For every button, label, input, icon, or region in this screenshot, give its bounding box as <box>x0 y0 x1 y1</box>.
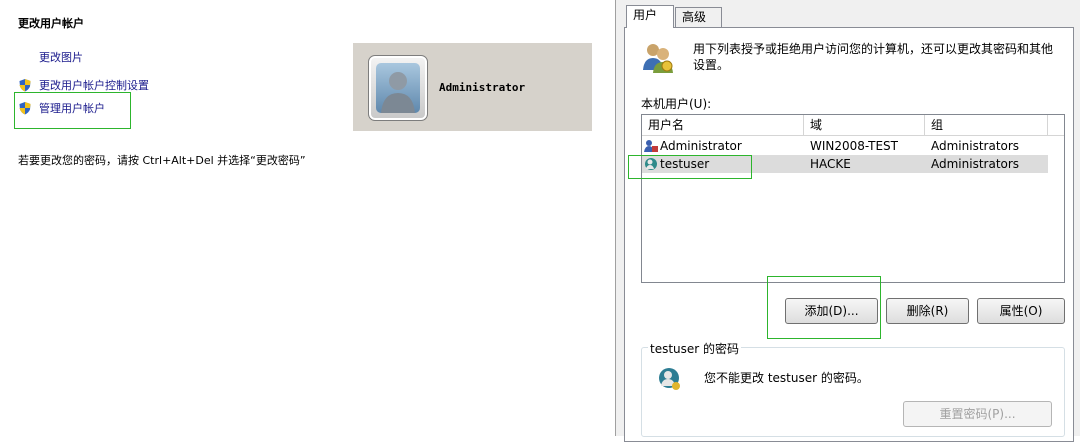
properties-button[interactable]: 属性(O) <box>977 298 1065 324</box>
user-accounts-dialog: 用户 高级 用下列表授予或拒绝用户访问您的计算机，还可以更改其密码和其他设置。 … <box>615 0 1080 442</box>
column-header-username[interactable]: 用户名 <box>642 115 804 135</box>
column-header-domain[interactable]: 域 <box>804 115 925 135</box>
user-accounts-pane: 更改用户帐户 更改图片 更改用户帐户控制设置 管理用户帐户 Administra… <box>0 0 615 436</box>
remove-user-button[interactable]: 删除(R) <box>886 298 969 324</box>
admin-user-icon <box>644 140 658 152</box>
domain-cell: WIN2008-TEST <box>810 139 899 153</box>
users-icon <box>643 44 673 73</box>
uac-settings-link[interactable]: 更改用户帐户控制设置 <box>39 77 149 93</box>
tab-users[interactable]: 用户 <box>626 5 674 28</box>
dialog-description: 用下列表授予或拒绝用户访问您的计算机，还可以更改其密码和其他设置。 <box>693 42 1054 72</box>
tab-advanced[interactable]: 高级 <box>675 7 722 27</box>
avatar <box>368 55 428 121</box>
password-message: 您不能更改 testuser 的密码。 <box>704 371 869 385</box>
account-tile: Administrator <box>353 43 592 131</box>
reset-password-button[interactable]: 重置密码(P)... <box>903 401 1052 427</box>
list-header: 用户名 域 组 <box>642 115 1064 136</box>
column-header-group[interactable]: 组 <box>925 115 1048 135</box>
user-silhouette-icon <box>381 72 415 113</box>
password-group-title: testuser 的密码 <box>648 340 742 357</box>
group-cell: Administrators <box>931 157 1020 171</box>
users-listview[interactable]: 用户名 域 组 Administrator WIN2008-TEST Admin… <box>628 114 1065 283</box>
domain-cell: HACKE <box>810 157 851 171</box>
uac-shield-icon <box>19 79 31 92</box>
username-cell: Administrator <box>660 139 742 153</box>
table-row[interactable]: Administrator WIN2008-TEST Administrator… <box>642 137 1048 155</box>
highlight-box <box>628 155 752 179</box>
highlight-box <box>14 92 131 129</box>
page-title: 更改用户帐户 <box>18 17 84 30</box>
user-key-icon <box>659 368 680 390</box>
password-hint: 若要更改您的密码，请按 Ctrl+Alt+Del 并选择“更改密码” <box>18 154 306 167</box>
group-cell: Administrators <box>931 139 1020 153</box>
account-name: Administrator <box>439 81 526 94</box>
highlight-box <box>767 276 881 339</box>
local-users-label: 本机用户(U): <box>641 97 712 111</box>
change-picture-link[interactable]: 更改图片 <box>39 49 83 65</box>
